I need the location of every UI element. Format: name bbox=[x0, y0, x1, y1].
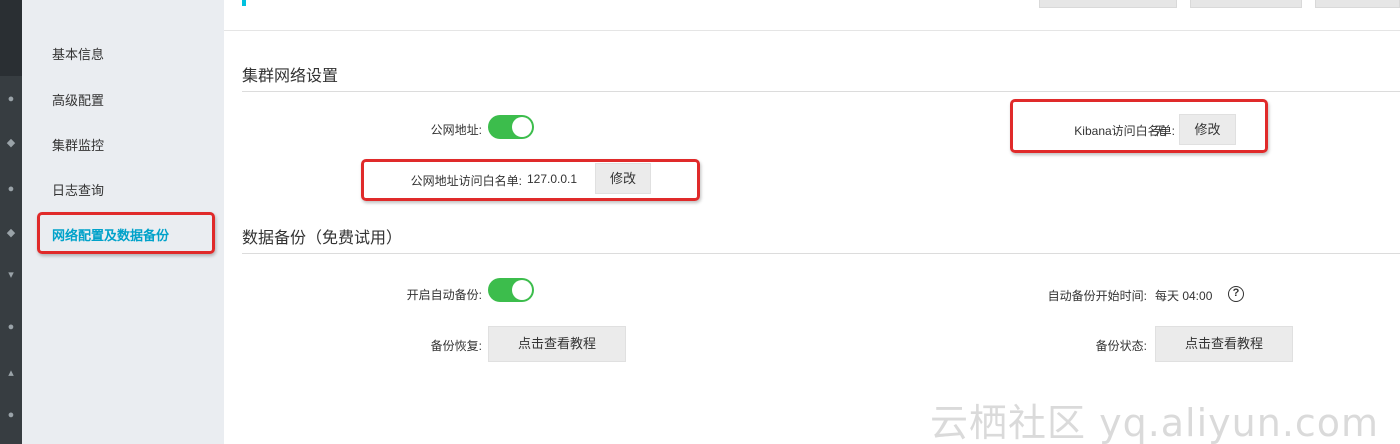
status-tutorial-button[interactable]: 点击查看教程 bbox=[1155, 326, 1293, 362]
top-action-button[interactable] bbox=[1315, 0, 1400, 8]
app-nav-rail: ● ◆ ● ◆ ▾ ● ▴ ● bbox=[0, 0, 22, 444]
kibana-whitelist-label: Kibana访问白名单: bbox=[1074, 124, 1175, 138]
sidebar-item-network-backup[interactable]: 网络配置及数据备份 bbox=[52, 225, 169, 244]
backup-status-label: 备份状态: bbox=[1095, 339, 1147, 353]
sidebar: 基本信息 高级配置 集群监控 日志查询 网络配置及数据备份 bbox=[22, 0, 224, 444]
backup-start-value: 每天 04:00 bbox=[1155, 289, 1213, 303]
section-title-backup: 数据备份（免费试用） bbox=[242, 230, 403, 247]
rail-nav-icon[interactable]: ◆ bbox=[4, 136, 18, 150]
title-accent bbox=[242, 0, 246, 6]
rail-nav-icon[interactable]: ◆ bbox=[4, 226, 18, 240]
sidebar-item-log-query[interactable]: 日志查询 bbox=[52, 180, 104, 199]
whitelist-label: 公网地址访问白名单: bbox=[410, 174, 522, 188]
restore-tutorial-button[interactable]: 点击查看教程 bbox=[488, 326, 626, 362]
whitelist-value: 127.0.0.1 bbox=[527, 172, 578, 186]
public-address-toggle[interactable] bbox=[488, 115, 534, 139]
rail-nav-icon[interactable]: ▾ bbox=[4, 268, 18, 282]
help-icon[interactable]: ? bbox=[1228, 286, 1244, 302]
kibana-edit-button[interactable]: 修改 bbox=[1179, 114, 1236, 145]
auto-backup-toggle[interactable] bbox=[488, 278, 534, 302]
rail-nav-icon[interactable]: ▴ bbox=[4, 366, 18, 380]
watermark: 云栖社区 yq.aliyun.com bbox=[930, 401, 1380, 444]
rail-nav-icon[interactable]: ● bbox=[4, 182, 18, 196]
rail-nav-icon[interactable]: ● bbox=[4, 92, 18, 106]
backup-restore-label: 备份恢复: bbox=[430, 339, 482, 353]
top-action-button[interactable] bbox=[1039, 0, 1177, 8]
sidebar-item-advanced-config[interactable]: 高级配置 bbox=[52, 90, 104, 109]
section-title-network: 集群网络设置 bbox=[242, 68, 339, 85]
sidebar-item-cluster-monitor[interactable]: 集群监控 bbox=[52, 135, 104, 154]
backup-start-label: 自动备份开始时间: bbox=[1047, 289, 1147, 303]
auto-backup-label: 开启自动备份: bbox=[406, 288, 482, 302]
top-action-button[interactable] bbox=[1190, 0, 1302, 8]
public-address-label: 公网地址: bbox=[430, 123, 482, 137]
top-bar bbox=[224, 0, 1400, 31]
rail-top-block bbox=[0, 0, 22, 76]
whitelist-edit-button[interactable]: 修改 bbox=[595, 163, 651, 194]
rail-nav-icon[interactable]: ● bbox=[4, 408, 18, 422]
sidebar-item-basic-info[interactable]: 基本信息 bbox=[52, 44, 104, 63]
section-divider bbox=[242, 91, 1400, 92]
kibana-whitelist-value: 无 bbox=[1154, 124, 1167, 138]
toggle-knob bbox=[512, 117, 532, 137]
rail-nav-icon[interactable]: ● bbox=[4, 320, 18, 334]
section-divider bbox=[242, 253, 1400, 254]
toggle-knob bbox=[512, 280, 532, 300]
